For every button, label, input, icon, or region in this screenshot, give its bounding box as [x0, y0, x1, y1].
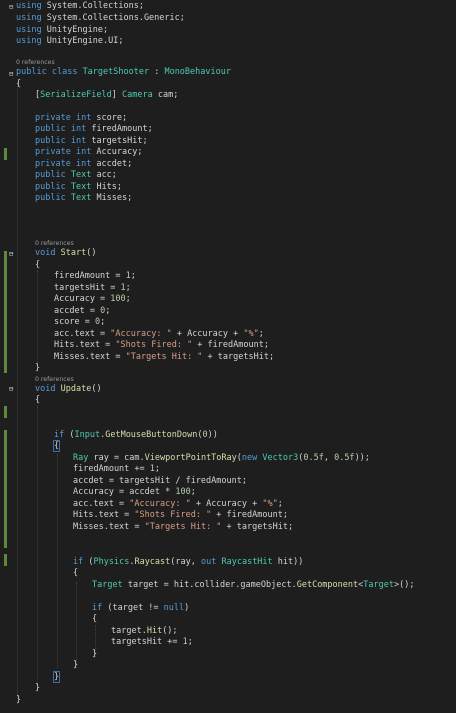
- code-line: private int Accuracy;: [35, 147, 143, 157]
- code-line: public Text Hits;: [35, 182, 123, 192]
- code-line: public class TargetShooter : MonoBehavio…: [16, 67, 231, 77]
- code-line: }: [92, 649, 98, 659]
- code-line: void Update(): [35, 384, 102, 394]
- code-editor[interactable]: ⊟ ⊟ ⊟ ⊟ 0 references 0 references 0 refe…: [0, 0, 456, 713]
- code-line: using UnityEngine.UI;: [16, 36, 124, 46]
- code-line: acc.text = "Accuracy: " + Accuracy + "%"…: [54, 329, 264, 339]
- code-line: public int targetsHit;: [35, 136, 148, 146]
- code-line: }: [73, 660, 79, 670]
- code-line: private int accdet;: [35, 159, 133, 169]
- code-line: public int firedAmount;: [35, 124, 153, 134]
- code-line: Ray ray = cam.ViewportPointToRay(new Vec…: [73, 453, 370, 463]
- code-line: }: [16, 695, 22, 705]
- codelens-references[interactable]: 0 references: [16, 59, 55, 67]
- code-line: public Text acc;: [35, 170, 117, 180]
- change-bar: [4, 554, 7, 566]
- code-line: public Text Misses;: [35, 193, 133, 203]
- indent-guide: [37, 270, 38, 366]
- matched-brace: {: [52, 440, 61, 452]
- code-line: acc.text = "Accuracy: " + Accuracy + "%"…: [73, 499, 283, 509]
- code-line: firedAmount = 1;: [54, 271, 136, 281]
- change-bar: [4, 430, 7, 548]
- code-line: {: [92, 614, 98, 624]
- code-line: targetsHit = 1;: [54, 283, 131, 293]
- indent-guide: [57, 454, 58, 668]
- code-line: Accuracy = accdet * 100;: [73, 487, 196, 497]
- code-line: firedAmount += 1;: [73, 464, 161, 474]
- code-line: {: [16, 79, 22, 89]
- code-line: using System.Collections;: [16, 1, 144, 11]
- change-bar: [4, 148, 7, 160]
- fold-toggle-icon[interactable]: ⊟: [9, 71, 15, 78]
- indent-guide: [76, 582, 77, 668]
- codelens-references[interactable]: 0 references: [35, 376, 74, 384]
- code-line: }: [35, 363, 41, 373]
- code-line: using UnityEngine;: [16, 25, 109, 35]
- code-line: if (target != null): [92, 603, 190, 613]
- change-bar: [4, 406, 7, 418]
- code-line: private int score;: [35, 113, 128, 123]
- code-line: }: [52, 671, 61, 683]
- code-line: using System.Collections.Generic;: [16, 13, 185, 23]
- code-line: Target target = hit.collider.gameObject.…: [92, 580, 415, 590]
- code-line: {: [35, 395, 41, 405]
- code-line: if (Physics.Raycast(ray, out RaycastHit …: [73, 557, 304, 567]
- code-line: score = 0;: [54, 317, 106, 327]
- code-line: [SerializeField] Camera cam;: [35, 90, 179, 100]
- code-line: targetsHit += 1;: [111, 637, 193, 647]
- code-line: accdet = targetsHit / firedAmount;: [73, 476, 247, 486]
- code-line: accdet = 0;: [54, 306, 111, 316]
- code-line: target.Hit();: [111, 626, 178, 636]
- code-line: }: [35, 683, 41, 693]
- fold-toggle-icon[interactable]: ⊟: [9, 4, 15, 11]
- fold-toggle-icon[interactable]: ⊟: [9, 386, 15, 393]
- fold-toggle-icon[interactable]: ⊟: [9, 251, 15, 258]
- code-line: Accuracy = 100;: [54, 294, 131, 304]
- code-line: Hits.text = "Shots Fired: " + firedAmoun…: [54, 340, 269, 350]
- code-line: Misses.text = "Targets Hit: " + targetsH…: [54, 352, 275, 362]
- indent-guide: [37, 406, 38, 688]
- indent-guide: [17, 84, 18, 699]
- code-line: void Start(): [35, 248, 97, 258]
- code-line: Misses.text = "Targets Hit: " + targetsH…: [73, 522, 294, 532]
- change-bar: [4, 251, 7, 373]
- code-line: {: [73, 568, 79, 578]
- code-line: {: [52, 440, 61, 452]
- code-line: Hits.text = "Shots Fired: " + firedAmoun…: [73, 510, 288, 520]
- matched-brace: }: [52, 671, 61, 683]
- code-line: {: [35, 260, 41, 270]
- codelens-references[interactable]: 0 references: [35, 240, 74, 248]
- code-line: if (Input.GetMouseButtonDown(0)): [54, 430, 218, 440]
